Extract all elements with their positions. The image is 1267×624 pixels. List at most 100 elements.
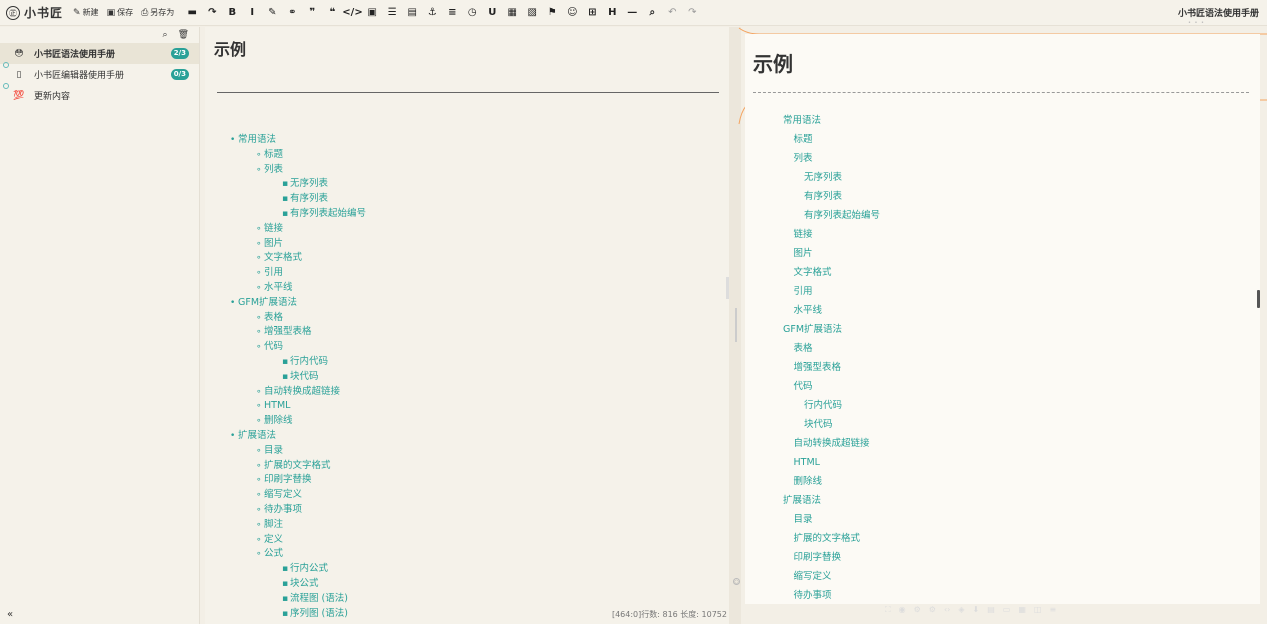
editor-list-text: GFM扩展语法 — [238, 296, 298, 308]
preview-toc-link[interactable]: 文字格式 — [783, 263, 880, 282]
unordered-list-icon[interactable]: ☰ — [382, 7, 402, 18]
fullscreen-icon[interactable]: ⛶ — [885, 605, 891, 615]
preview-toc-link[interactable]: 链接 — [783, 225, 880, 244]
redo-light-icon[interactable]: ↷ — [682, 7, 702, 18]
preview-toc-link[interactable]: 常用语法 — [783, 111, 880, 130]
editor-list-item: ▪ 行内代码 — [230, 355, 366, 370]
new-button-label: 新建 — [82, 8, 99, 17]
app-logo[interactable]: ㊣ 小书匠 — [6, 4, 63, 21]
brush-icon[interactable]: ✎ — [262, 7, 282, 18]
table-remove-icon[interactable]: ▧ — [522, 7, 542, 18]
sidebar: ⌕ 🗑 😳 小书匠语法使用手册 2/3 ▯ 小书匠编辑器使用手册 0/3 💯 更新内容 « — [0, 27, 200, 624]
preview-toc-link[interactable]: 增强型表格 — [783, 358, 880, 377]
editor-list-text: 公式 — [264, 548, 284, 560]
preview-toc-link[interactable]: 缩写定义 — [783, 567, 880, 586]
redo-icon[interactable]: ↷ — [202, 7, 222, 18]
preview-toc-link[interactable]: 标题 — [783, 130, 880, 149]
heading-icon[interactable]: H — [602, 7, 622, 18]
table-icon[interactable]: ⊞ — [582, 7, 602, 18]
search-icon[interactable]: ⌕ — [163, 30, 168, 40]
save-as-button[interactable]: ⎙ 另存为 — [141, 7, 174, 18]
sidebar-document-item[interactable]: 😳 小书匠语法使用手册 2/3 — [0, 43, 199, 64]
preview-toc-link[interactable]: 印刷字替换 — [783, 548, 880, 567]
bold-icon[interactable]: B — [222, 7, 242, 18]
grid-icon[interactable]: ▦ — [1018, 605, 1026, 615]
markdown-editor[interactable]: 示例 • 常用语法 ∘ 标题 ∘ 列表 ▪ 无序列表 ▪ 有序列表 ▪ 有序列表起始编号 ∘ 链接 ∘ 图片 ∘… — [205, 27, 729, 624]
preview-scrollbar[interactable] — [1257, 290, 1260, 308]
print-preview-icon[interactable]: ▤ — [987, 605, 995, 615]
flag-icon[interactable]: ⚑ — [542, 7, 562, 18]
quote-close-icon[interactable]: ❞ — [302, 7, 322, 18]
preview-toc-link[interactable]: 目录 — [783, 510, 880, 529]
preview-toc-link[interactable]: 块代码 — [783, 415, 880, 434]
preview-toc-link[interactable]: 有序列表起始编号 — [783, 206, 880, 225]
editor-list-text: 链接 — [264, 222, 284, 234]
editor-list-text: 定义 — [264, 533, 284, 545]
editor-list-item: ∘ 定义 — [230, 533, 366, 548]
editor-list-item: ▪ 序列图 (语法) — [230, 607, 366, 622]
splitter-handle[interactable] — [735, 308, 737, 342]
link-icon[interactable]: ⚭ — [282, 7, 302, 18]
collapse-sidebar-icon[interactable]: « — [7, 609, 13, 620]
editor-list-text: 无序列表 — [290, 178, 329, 190]
download-icon[interactable]: ⬇ — [973, 605, 980, 615]
preview-toc-link[interactable]: 表格 — [783, 339, 880, 358]
save-button[interactable]: ▣ 保存 — [107, 7, 134, 18]
align-icon[interactable]: ≡ — [442, 7, 462, 18]
image-icon[interactable]: ▣ — [362, 7, 382, 18]
editor-list-item: ∘ 公式 — [230, 547, 366, 562]
anchor-icon[interactable]: ⚓ — [422, 7, 442, 18]
code-icon[interactable]: </> — [342, 7, 362, 18]
save-icon: ▣ — [106, 7, 116, 18]
eye-icon[interactable]: ◉ — [899, 605, 906, 615]
tag-icon[interactable]: ◈ — [958, 605, 964, 615]
preview-toc-link[interactable]: GFM扩展语法 — [783, 320, 880, 339]
preview-toc-link[interactable]: 列表 — [783, 149, 880, 168]
editor-list-item: ∘ 列表 — [230, 163, 366, 178]
settings-icon[interactable]: ⚙ — [914, 605, 921, 615]
ordered-list-icon[interactable]: ▤ — [402, 7, 422, 18]
sync-scroll-icon[interactable]: ○ — [733, 578, 740, 585]
keyboard-icon[interactable]: ▬ — [182, 7, 202, 18]
editor-list-text: 印刷字替换 — [264, 474, 312, 486]
trash-icon[interactable]: 🗑 — [178, 30, 189, 40]
sidebar-document-item[interactable]: ▯ 小书匠编辑器使用手册 0/3 — [0, 62, 199, 85]
editor-list-text: 删除线 — [264, 415, 293, 427]
quote-open-icon[interactable]: ❝ — [322, 7, 342, 18]
horizontal-rule-icon[interactable]: — — [622, 7, 642, 18]
editor-list-item: ∘ 水平线 — [230, 281, 366, 296]
preview-toc-link[interactable]: 图片 — [783, 244, 880, 263]
new-button[interactable]: ✎ 新建 — [73, 7, 99, 18]
smile-icon[interactable]: ☺ — [562, 7, 582, 18]
list-bullet-icon: ▪ — [282, 578, 289, 589]
preview-toc-link[interactable]: 无序列表 — [783, 168, 880, 187]
preview-toc-link[interactable]: 行内代码 — [783, 396, 880, 415]
split-icon[interactable]: ◫ — [1034, 605, 1042, 615]
code-view-icon[interactable]: ‹› — [944, 605, 950, 615]
table-edit-icon[interactable]: ▦ — [502, 7, 522, 18]
editor-status-bar: [464:0]行数: 816 长度: 10752 — [611, 610, 727, 619]
preview-toc-link[interactable]: 有序列表 — [783, 187, 880, 206]
preview-toc-link[interactable]: 扩展的文字格式 — [783, 529, 880, 548]
undo-icon[interactable]: ↶ — [662, 7, 682, 18]
preview-toc-link[interactable]: 删除线 — [783, 472, 880, 491]
preview-toc-link[interactable]: 引用 — [783, 282, 880, 301]
clock-icon[interactable]: ◷ — [462, 7, 482, 18]
sidebar-document-item[interactable]: 💯 更新内容 — [0, 83, 199, 106]
italic-icon[interactable]: I — [242, 7, 262, 18]
editor-list-text: 自动转换成超链接 — [264, 385, 341, 397]
underline-icon[interactable]: U — [482, 7, 502, 18]
gear-icon[interactable]: ⚙ — [929, 605, 936, 615]
menu-icon[interactable]: ≡ — [1049, 605, 1056, 615]
preview-toc-link[interactable]: 自动转换成超链接 — [783, 434, 880, 453]
preview-pane[interactable]: 示例 常用语法 标题 列表 无序列表 有序列表 有序列表起始编号 链接 图片 文字格式 引用 水平线… — [745, 34, 1260, 604]
preview-toc-link[interactable]: 待办事项 — [783, 586, 880, 604]
monitor-icon[interactable]: ▭ — [1003, 605, 1011, 615]
editor-list-text: 目录 — [264, 444, 284, 456]
find-replace-icon[interactable]: ⌕ — [642, 7, 662, 18]
preview-toc-link[interactable]: HTML — [783, 453, 880, 472]
editor-list-item: ▪ 行内公式 — [230, 562, 366, 577]
preview-toc-link[interactable]: 水平线 — [783, 301, 880, 320]
preview-toc-link[interactable]: 代码 — [783, 377, 880, 396]
preview-toc-link[interactable]: 扩展语法 — [783, 491, 880, 510]
